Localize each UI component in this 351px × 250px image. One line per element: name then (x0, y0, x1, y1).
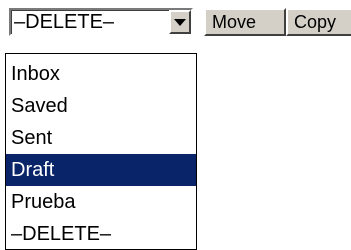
folder-select-value: –DELETE– (14, 11, 115, 33)
option-sent[interactable]: Sent (6, 122, 196, 154)
option-delete[interactable]: –DELETE– (6, 218, 196, 250)
copy-button[interactable]: Copy (286, 8, 351, 36)
chevron-down-icon (174, 19, 186, 26)
folder-select[interactable]: –DELETE– (9, 8, 193, 36)
option-draft[interactable]: Draft (6, 154, 196, 186)
option-saved[interactable]: Saved (6, 90, 196, 122)
option-prueba[interactable]: Prueba (6, 186, 196, 218)
dropdown-arrow-button[interactable] (169, 10, 191, 34)
option-inbox[interactable]: Inbox (6, 58, 196, 90)
move-button[interactable]: Move (204, 8, 286, 36)
folder-dropdown-list: Inbox Saved Sent Draft Prueba –DELETE– (5, 53, 197, 250)
